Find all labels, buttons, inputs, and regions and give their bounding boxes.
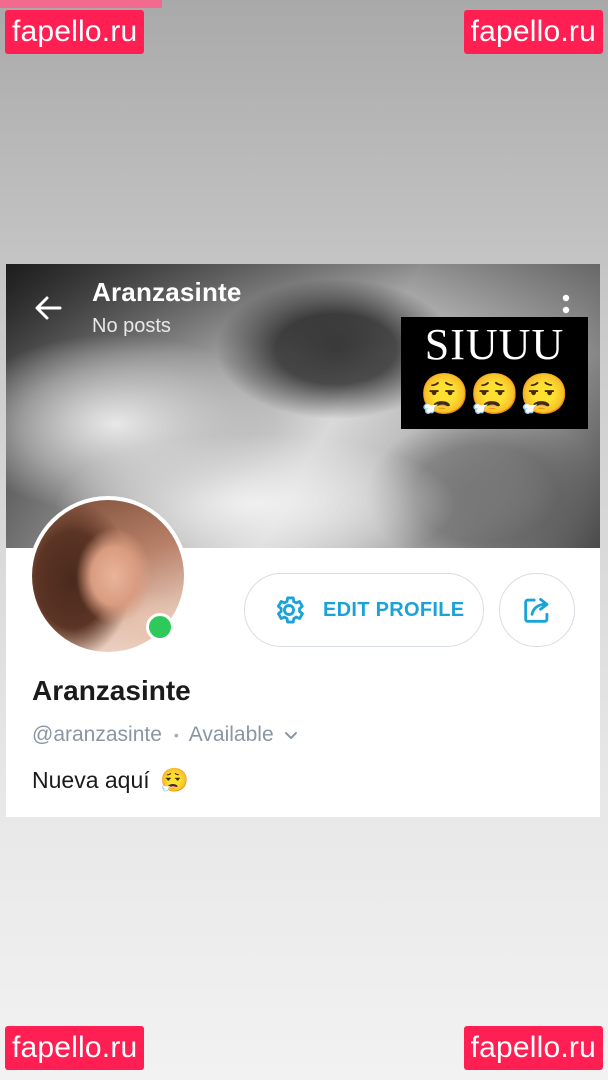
- profile-bio: Nueva aquí 😮‍💨: [32, 767, 189, 794]
- profile-handle: @aranzasinte: [32, 723, 162, 746]
- share-icon: [524, 597, 549, 623]
- meta-separator: •: [173, 727, 179, 743]
- edit-profile-button[interactable]: EDIT PROFILE: [244, 573, 484, 647]
- bio-text: Nueva aquí: [32, 767, 150, 793]
- header-subtitle: No posts: [92, 315, 171, 337]
- watermark-top-left: fapello.ru: [5, 10, 145, 54]
- online-status-indicator: [146, 613, 174, 641]
- status-dropdown[interactable]: Available: [189, 723, 300, 747]
- sticker-emojis: 😮‍💨😮‍💨😮‍💨: [419, 372, 570, 418]
- cover-sticker: SIUUU 😮‍💨😮‍💨😮‍💨: [401, 317, 588, 429]
- edit-profile-label: EDIT PROFILE: [323, 598, 465, 621]
- watermark-bottom-right: fapello.ru: [463, 1026, 603, 1070]
- back-arrow-icon[interactable]: [32, 292, 64, 324]
- gear-icon: [276, 596, 304, 624]
- profile-card: Aranzasinte No posts SIUUU 😮‍💨😮‍💨😮‍💨 EDI…: [6, 264, 600, 817]
- bio-emoji: 😮‍💨: [160, 768, 189, 794]
- watermark-top-right: fapello.ru: [463, 10, 603, 54]
- sticker-text: SIUUU: [424, 320, 565, 369]
- watermark-bottom-left: fapello.ru: [5, 1026, 145, 1070]
- header-title: Aranzasinte: [92, 277, 242, 307]
- status-label: Available: [188, 723, 274, 746]
- profile-name: Aranzasinte: [32, 675, 191, 706]
- watermark-top-strip: [0, 0, 162, 8]
- share-button[interactable]: [499, 573, 575, 647]
- chevron-down-icon: [284, 732, 297, 739]
- profile-meta-row: @aranzasinte • Available: [32, 720, 300, 750]
